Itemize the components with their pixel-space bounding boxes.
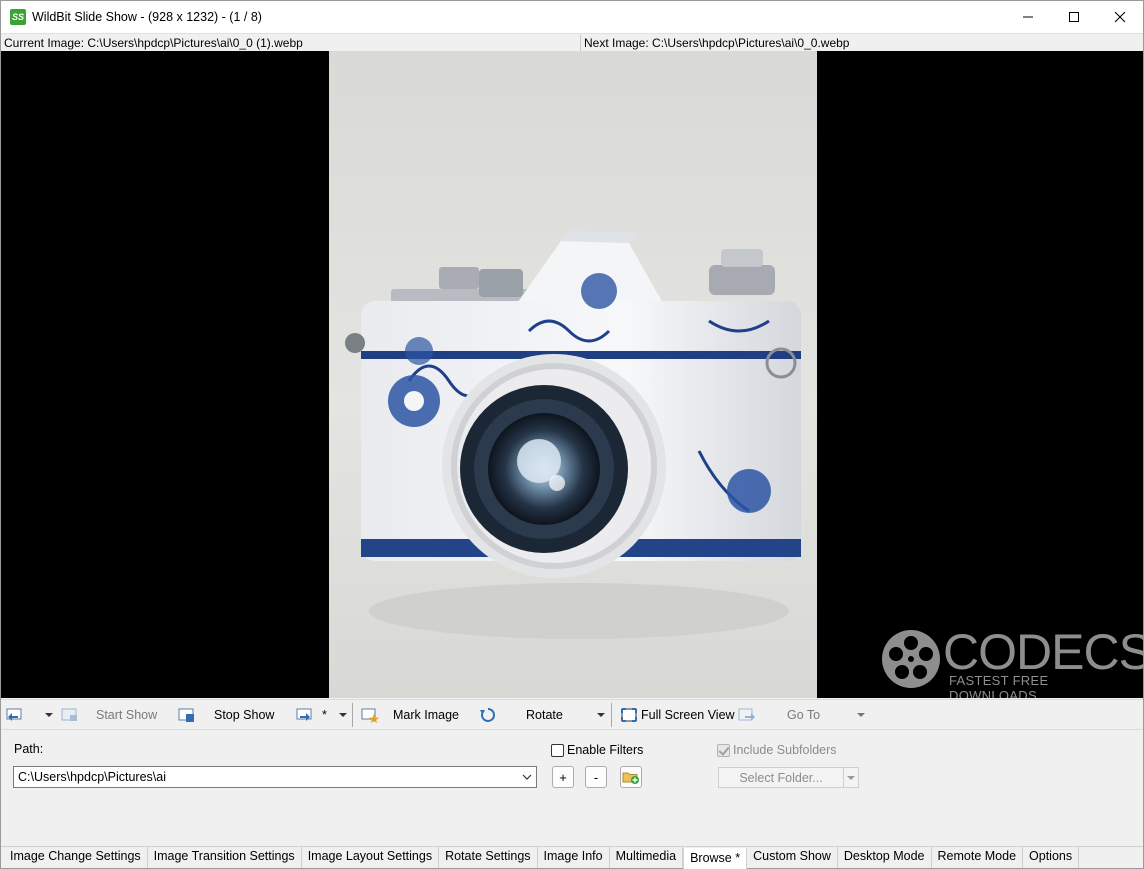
tab-image-transition-settings[interactable]: Image Transition Settings bbox=[147, 847, 302, 868]
tab-image-change-settings[interactable]: Image Change Settings bbox=[4, 847, 148, 868]
folder-add-icon bbox=[622, 772, 639, 784]
tab-desktop-mode[interactable]: Desktop Mode bbox=[837, 847, 932, 868]
select-folder-button[interactable]: Select Folder... bbox=[718, 767, 859, 788]
rotate-label: Rotate bbox=[526, 708, 563, 722]
next-image-path: Next Image: C:\Users\hpdcp\Pictures\ai\0… bbox=[584, 36, 850, 50]
mark-image-label: Mark Image bbox=[393, 708, 459, 722]
enable-filters-box[interactable] bbox=[551, 743, 564, 757]
go-to-dropdown[interactable] bbox=[857, 700, 865, 730]
start-show-icon bbox=[61, 708, 77, 721]
next-star-label: * bbox=[322, 708, 327, 722]
next-arrow-icon bbox=[296, 708, 312, 721]
remove-path-button[interactable]: - bbox=[585, 766, 607, 788]
select-folder-label: Select Folder... bbox=[739, 770, 823, 785]
close-icon bbox=[1114, 11, 1126, 23]
title-bar[interactable]: SS WildBit Slide Show - (928 x 1232) - (… bbox=[1, 1, 1143, 33]
add-folder-button[interactable] bbox=[620, 766, 642, 788]
mark-image-icon bbox=[361, 708, 379, 723]
tab-rotate-settings[interactable]: Rotate Settings bbox=[439, 847, 538, 868]
close-button[interactable] bbox=[1097, 1, 1143, 33]
chevron-down-icon[interactable] bbox=[522, 773, 532, 781]
go-to-label: Go To bbox=[787, 708, 821, 722]
info-divider bbox=[580, 35, 581, 51]
previous-arrow-icon bbox=[6, 708, 22, 721]
watermark-brand: CODECS bbox=[943, 624, 1143, 680]
chevron-down-icon bbox=[339, 713, 347, 717]
start-show-button[interactable]: Start Show bbox=[61, 700, 157, 730]
full-screen-view-label: Full Screen View bbox=[641, 708, 735, 722]
window-controls bbox=[1005, 1, 1143, 33]
path-label: Path: bbox=[14, 742, 44, 756]
tab-remote-mode[interactable]: Remote Mode bbox=[931, 847, 1024, 868]
stop-show-button[interactable]: Stop Show bbox=[178, 700, 274, 730]
next-dropdown[interactable] bbox=[339, 700, 347, 730]
full-screen-icon bbox=[621, 708, 637, 722]
previous-image-button[interactable] bbox=[6, 700, 24, 730]
tab-image-info[interactable]: Image Info bbox=[537, 847, 610, 868]
previous-dropdown[interactable] bbox=[45, 700, 53, 730]
codecs-watermark: CODECS FASTEST FREE DOWNLOADS bbox=[879, 627, 1143, 698]
tab-image-layout-settings[interactable]: Image Layout Settings bbox=[301, 847, 440, 868]
stop-show-icon bbox=[178, 708, 194, 722]
maximize-button[interactable] bbox=[1051, 1, 1097, 33]
chevron-down-icon bbox=[847, 775, 855, 780]
image-info-bar: Current Image: C:\Users\hpdcp\Pictures\a… bbox=[1, 33, 1143, 51]
chevron-down-icon bbox=[45, 713, 53, 717]
path-combobox[interactable]: C:\Users\hpdcp\Pictures\ai bbox=[13, 766, 537, 788]
tab-browse[interactable]: Browse * bbox=[683, 848, 748, 869]
tab-options[interactable]: Options bbox=[1023, 847, 1080, 868]
mark-image-button[interactable]: Mark Image bbox=[361, 700, 459, 730]
stop-show-label: Stop Show bbox=[214, 708, 275, 722]
enable-filters-checkbox[interactable]: Enable Filters bbox=[551, 743, 643, 757]
include-subfolders-label: Include Subfolders bbox=[733, 743, 837, 757]
rotate-button[interactable]: Rotate bbox=[479, 700, 563, 730]
full-screen-view-button[interactable]: Full Screen View bbox=[620, 700, 735, 730]
camera-illustration bbox=[345, 231, 801, 639]
path-value: C:\Users\hpdcp\Pictures\ai bbox=[18, 770, 166, 784]
go-to-button[interactable]: Go To bbox=[738, 700, 820, 730]
minimize-button[interactable] bbox=[1005, 1, 1051, 33]
next-image-button[interactable]: * bbox=[296, 700, 327, 730]
chevron-down-icon bbox=[857, 713, 865, 717]
minimize-icon bbox=[1023, 16, 1033, 18]
start-show-label: Start Show bbox=[96, 708, 158, 722]
tab-custom-show[interactable]: Custom Show bbox=[747, 847, 838, 868]
include-subfolders-box[interactable] bbox=[717, 743, 730, 757]
watermark-tagline: FASTEST FREE DOWNLOADS bbox=[949, 673, 1049, 698]
browse-panel: Path: C:\Users\hpdcp\Pictures\ai + - Ena… bbox=[1, 729, 1143, 846]
current-image-path: Current Image: C:\Users\hpdcp\Pictures\a… bbox=[4, 36, 303, 50]
chevron-down-icon bbox=[597, 713, 605, 717]
rotate-icon bbox=[480, 708, 495, 722]
app-window: SS WildBit Slide Show - (928 x 1232) - (… bbox=[0, 0, 1144, 869]
enable-filters-label: Enable Filters bbox=[567, 743, 644, 757]
include-subfolders-checkbox[interactable]: Include Subfolders bbox=[717, 743, 837, 757]
image-viewer[interactable]: CODECS FASTEST FREE DOWNLOADS bbox=[1, 51, 1143, 698]
toolbar-separator bbox=[611, 703, 612, 727]
settings-tabs: Image Change Settings Image Transition S… bbox=[1, 846, 1143, 869]
rotate-dropdown[interactable] bbox=[597, 700, 605, 730]
main-toolbar: Start Show Stop Show * Mark Image Rotate… bbox=[1, 699, 1143, 729]
tab-multimedia[interactable]: Multimedia bbox=[609, 847, 684, 868]
window-title: WildBit Slide Show - (928 x 1232) - (1 /… bbox=[32, 10, 262, 24]
displayed-image bbox=[329, 51, 817, 698]
add-path-button[interactable]: + bbox=[552, 766, 574, 788]
toolbar-separator bbox=[352, 703, 353, 727]
film-reel-icon bbox=[882, 630, 940, 688]
go-to-icon bbox=[738, 708, 755, 721]
app-icon: SS bbox=[10, 9, 26, 25]
select-folder-dropdown[interactable] bbox=[844, 775, 858, 780]
maximize-icon bbox=[1069, 12, 1079, 22]
